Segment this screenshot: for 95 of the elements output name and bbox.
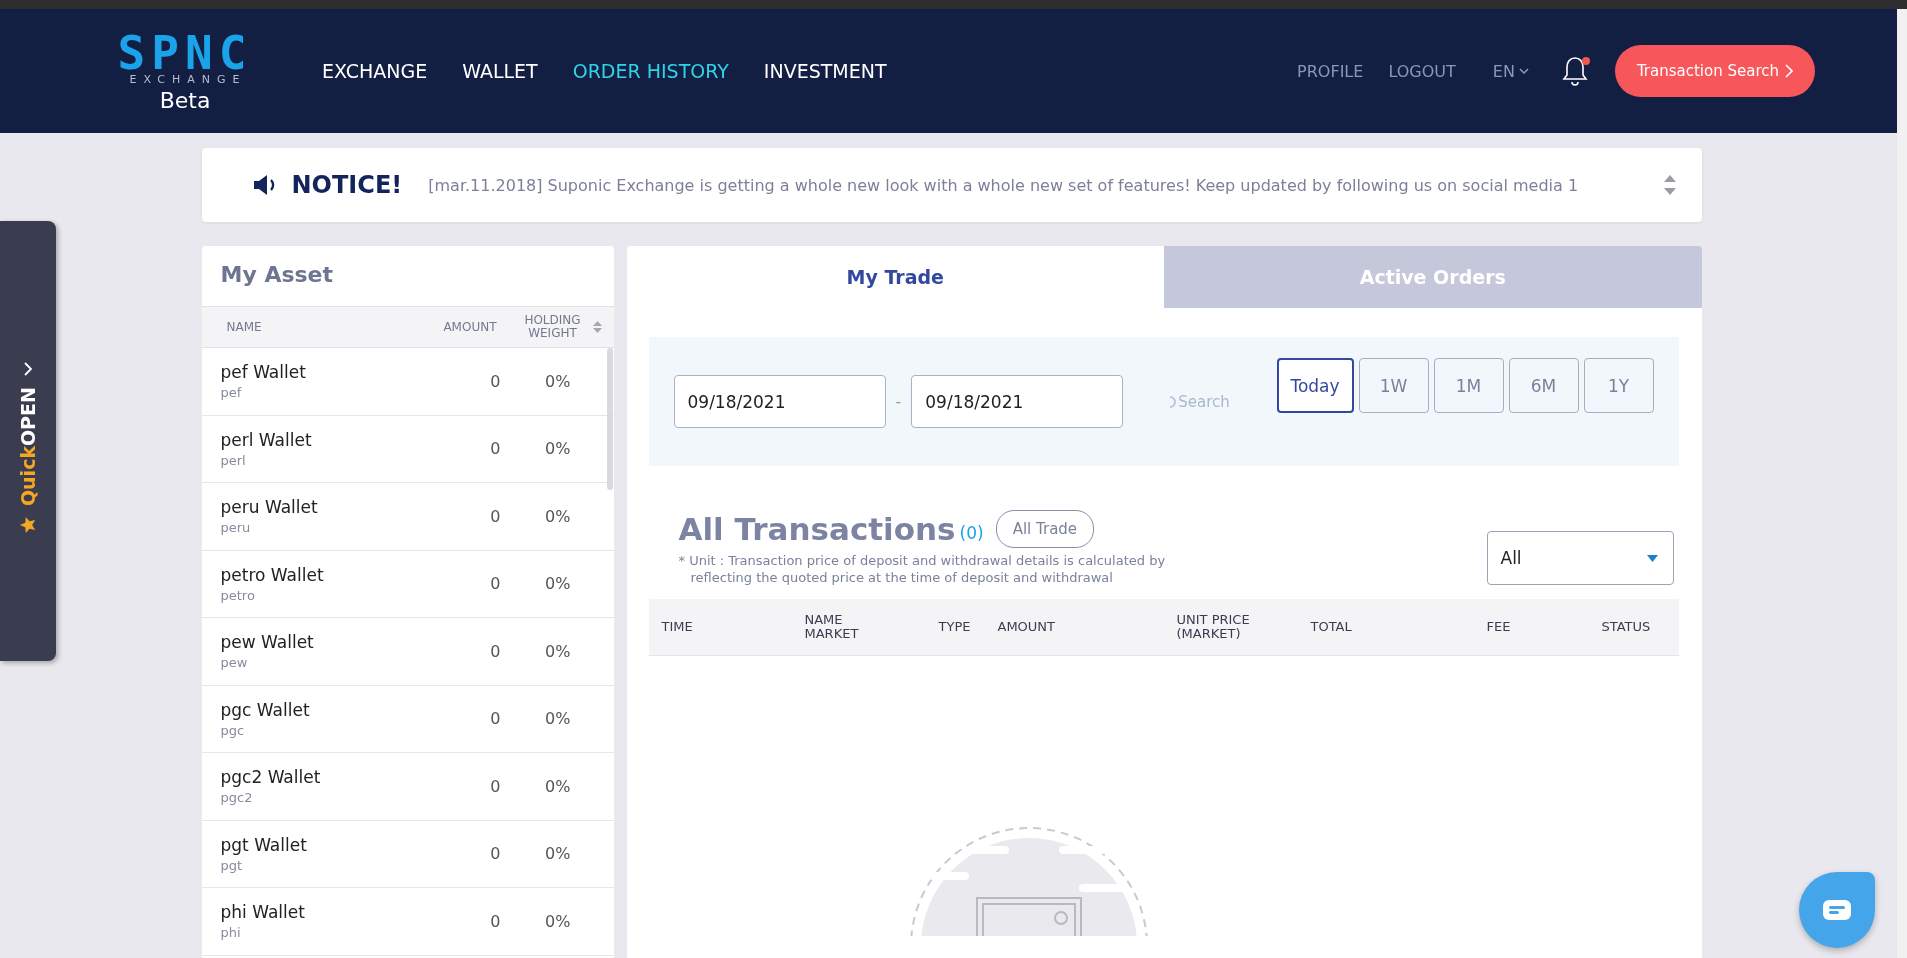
column-header: AMOUNT xyxy=(997,620,1057,634)
notice-text: [mar.11.2018] Suponic Exchange is getting a whole new look with a whole new set of features! Keep updated by following us on social media 1 xyxy=(428,175,1579,195)
type-dropdown[interactable]: All xyxy=(1486,531,1674,585)
column-header: AMOUNT xyxy=(442,320,497,334)
notice-title: NOTICE! xyxy=(291,171,403,199)
nav-link[interactable]: EXCHANGE xyxy=(322,60,428,82)
wallet-name: peru Wallet xyxy=(220,497,319,518)
wallet-symbol: petro xyxy=(220,587,256,603)
nav-link[interactable]: ORDER HISTORY xyxy=(572,60,729,82)
weight-cell-text: 0% xyxy=(544,439,571,459)
wallet-symbol: pef xyxy=(220,385,243,401)
scrollbar[interactable] xyxy=(1897,9,1907,958)
weight-cell-text: 0% xyxy=(544,709,571,729)
column-header: UNIT PRICE (MARKET) xyxy=(1176,613,1251,641)
header-link[interactable]: PROFILE xyxy=(1297,61,1364,81)
asset-row[interactable]: pgt Wallet pgt 0 0% xyxy=(201,820,614,888)
weight-cell-text: 0% xyxy=(544,776,571,796)
amount-cell-text: 0 xyxy=(489,439,501,459)
amount-cell-text: 0 xyxy=(489,776,501,796)
column-header: NAME xyxy=(226,320,263,334)
quick-open-label: OPEN xyxy=(17,387,39,446)
scroll-thumb[interactable] xyxy=(606,348,613,490)
section-title: All Transactions xyxy=(678,511,956,547)
weight-cell-text: 0% xyxy=(544,574,571,594)
wallet-symbol: pgt xyxy=(220,857,244,873)
wallet-name: pgt Wallet xyxy=(220,834,308,855)
chat-button[interactable] xyxy=(1799,872,1875,948)
column-header: STATUS xyxy=(1601,620,1652,634)
period-button[interactable]: 1Y xyxy=(1583,358,1654,413)
nav-link[interactable]: WALLET xyxy=(462,60,538,82)
wallet-name: perl Wallet xyxy=(220,429,313,450)
chevron-down-icon xyxy=(1518,68,1529,74)
weight-cell-text: 0% xyxy=(544,371,571,391)
asset-row[interactable]: peru Wallet peru 0 0% xyxy=(201,483,614,551)
wallet-name: pew Wallet xyxy=(220,632,315,653)
column-header: FEE xyxy=(1486,620,1512,634)
amount-cell-text: 0 xyxy=(489,506,501,526)
notification-bell-icon[interactable] xyxy=(1560,54,1591,88)
asset-row[interactable]: petro Wallet petro 0 0% xyxy=(201,550,614,618)
wallet-symbol: perl xyxy=(220,452,247,468)
beta-label: Beta xyxy=(159,88,211,114)
quick-open-panel[interactable]: OPENQuick xyxy=(0,221,56,661)
chevron-right-icon xyxy=(22,361,34,377)
date-separator: - xyxy=(895,392,902,411)
language-selector[interactable]: EN xyxy=(1492,61,1529,81)
asset-row[interactable]: pew Wallet pew 0 0% xyxy=(201,618,614,686)
header-link[interactable]: LOGOUT xyxy=(1388,61,1456,81)
amount-cell-text: 0 xyxy=(489,371,501,391)
wallet-name: pgc Wallet xyxy=(220,699,311,720)
weight-cell-text: 0% xyxy=(544,911,571,931)
logo-subtitle: EXCHANGE xyxy=(129,72,247,88)
nav-link[interactable]: INVESTMENT xyxy=(763,60,887,82)
wallet-name: petro Wallet xyxy=(220,564,325,585)
transaction-count: (0) xyxy=(959,523,984,543)
amount-cell-text: 0 xyxy=(489,574,501,594)
wallet-symbol: pgc2 xyxy=(220,790,254,806)
amount-cell-text: 0 xyxy=(489,844,501,864)
star-icon xyxy=(19,516,37,535)
wallet-name: pgc2 Wallet xyxy=(220,767,322,788)
column-header: TOTAL xyxy=(1310,620,1353,634)
column-header[interactable]: HOLDING WEIGHT xyxy=(512,314,593,340)
scroll-arrows-icon[interactable] xyxy=(1661,173,1678,197)
weight-cell-text: 0% xyxy=(544,844,571,864)
logo-title: SPNC xyxy=(117,34,253,72)
wallet-symbol: phi xyxy=(220,925,242,941)
spinner-icon xyxy=(1168,394,1179,409)
amount-cell-text: 0 xyxy=(489,911,501,931)
chat-icon xyxy=(1822,899,1852,921)
date-field[interactable]: 09/18/2021 xyxy=(673,375,886,428)
period-button[interactable]: Today xyxy=(1276,358,1354,413)
wallet-symbol: peru xyxy=(220,520,252,536)
date-field[interactable]: 09/18/2021 xyxy=(911,375,1124,428)
asset-row[interactable]: pgc Wallet pgc 0 0% xyxy=(201,685,614,753)
amount-cell-text: 0 xyxy=(489,709,501,729)
wallet-symbol: pgc xyxy=(220,722,246,738)
all-trade-button[interactable]: All Trade xyxy=(995,510,1095,548)
wallet-name: pef Wallet xyxy=(220,362,307,383)
wallet-name: phi Wallet xyxy=(220,902,306,923)
period-button[interactable]: 1W xyxy=(1358,358,1429,413)
sort-icon[interactable] xyxy=(592,320,602,334)
chevron-right-icon xyxy=(1785,64,1793,78)
dropdown-caret-icon xyxy=(1646,554,1658,562)
period-button[interactable]: 1M xyxy=(1433,358,1504,413)
period-button[interactable]: 6M xyxy=(1508,358,1579,413)
amount-cell-text: 0 xyxy=(489,641,501,661)
wallet-symbol: pew xyxy=(220,655,249,671)
column-header: NAME MARKET xyxy=(804,613,860,641)
asset-row[interactable]: phi Wallet phi 0 0% xyxy=(201,888,614,956)
column-header: TYPE xyxy=(938,620,972,634)
weight-cell-text: 0% xyxy=(544,506,571,526)
column-header: TIME xyxy=(660,620,694,634)
quick-label: Quick xyxy=(17,445,39,507)
unit-note: * Unit : Transaction price of deposit and withdrawal details is calculated by reflecting the quoted price at the time of deposit and withdrawal xyxy=(678,552,1167,586)
asset-row[interactable]: pgc2 Wallet pgc2 0 0% xyxy=(201,753,614,821)
weight-cell-text: 0% xyxy=(544,641,571,661)
